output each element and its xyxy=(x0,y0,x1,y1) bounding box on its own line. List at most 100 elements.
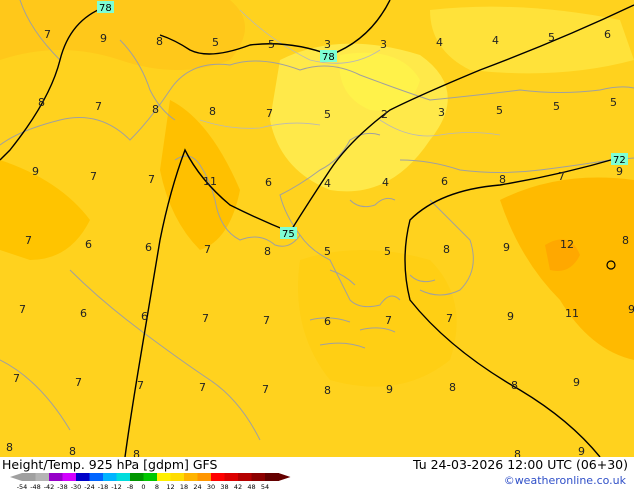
map-footer: Height/Temp. 925 hPa [gdpm] GFS Tu 24-03… xyxy=(0,457,634,490)
colorbar-swatch xyxy=(170,473,185,481)
colorbar-tick-label: -8 xyxy=(127,483,133,490)
temp-label: 8 xyxy=(264,245,271,258)
map-title: Height/Temp. 925 hPa [gdpm] GFS xyxy=(2,457,218,472)
temp-label: 9 xyxy=(503,241,510,254)
temperature-colorbar: -54 -48 -42 -38 -30 -24 -18 -12 -8 0 8 12 18 24 30 38 42… xyxy=(10,473,291,490)
colorbar-tick-label: 18 xyxy=(180,483,188,490)
temp-label: 7 xyxy=(446,312,453,325)
temp-label: 8 xyxy=(6,441,13,454)
colorbar-tick-label: 30 xyxy=(207,483,215,490)
temp-label: 5 xyxy=(548,31,555,44)
temp-label: 7 xyxy=(25,234,32,247)
contour-label: 78 xyxy=(99,3,112,14)
colorbar-swatch xyxy=(22,473,36,481)
colorbar-swatch xyxy=(89,473,104,481)
temp-label: 8 xyxy=(152,103,159,116)
colorbar-tick-label: 0 xyxy=(141,483,145,490)
temp-label: 6 xyxy=(145,241,152,254)
temp-label: 8 xyxy=(499,173,506,186)
colorbar-swatch xyxy=(49,473,63,481)
colorbar-swatch xyxy=(76,473,90,481)
temp-label: 9 xyxy=(628,303,634,316)
colorbar-tick-label: -30 xyxy=(71,483,82,490)
temp-label: 5 xyxy=(268,38,275,51)
colorbar-swatch xyxy=(265,473,279,481)
colorbar-swatch xyxy=(238,473,252,481)
colorbar-swatch xyxy=(211,473,225,481)
colorbar-swatch xyxy=(197,473,212,481)
temp-label: 6 xyxy=(85,238,92,251)
temp-label: 6 xyxy=(324,315,331,328)
colorbar-swatch xyxy=(251,473,266,481)
temp-label: 7 xyxy=(263,314,270,327)
temp-label: 8 xyxy=(209,105,216,118)
temp-label: 7 xyxy=(262,383,269,396)
temp-label: 5 xyxy=(610,96,617,109)
colorbar-swatch xyxy=(62,473,77,481)
temp-label: 7 xyxy=(19,303,26,316)
temp-label: 7 xyxy=(148,173,155,186)
colorbar-tick-label: 38 xyxy=(220,483,228,490)
temp-label: 4 xyxy=(436,36,443,49)
colorbar-arrow-left xyxy=(10,473,22,481)
temp-label: 7 xyxy=(385,314,392,327)
valid-datetime: Tu 24-03-2026 12:00 UTC (06+30) xyxy=(412,457,628,472)
temp-label: 5 xyxy=(212,36,219,49)
contour-label: 78 xyxy=(322,52,335,63)
colorbar-tick-label: -18 xyxy=(98,483,109,490)
colorbar-swatch xyxy=(184,473,198,481)
colorbar-swatch xyxy=(157,473,171,481)
temp-label: 5 xyxy=(496,104,503,117)
temp-label: 7 xyxy=(90,170,97,183)
colorbar-tick-label: 42 xyxy=(234,483,242,490)
colorbar-tick-label: -42 xyxy=(44,483,55,490)
colorbar-tick-label: -24 xyxy=(84,483,95,490)
colorbar-arrow-right xyxy=(278,473,291,481)
temp-label: 5 xyxy=(324,108,331,121)
temp-label: 9 xyxy=(100,32,107,45)
weather-map: 78 78 72 75 7 9 8 5 5 3 3 4 4 5 6 8 7 8 … xyxy=(0,0,634,457)
temp-label: 9 xyxy=(386,383,393,396)
temp-label: 12 xyxy=(560,238,574,251)
temp-label: 8 xyxy=(38,96,45,109)
colorbar-tick-label: 48 xyxy=(247,483,255,490)
temp-label: 11 xyxy=(565,307,579,320)
temp-label: 5 xyxy=(324,245,331,258)
colorbar-tick-label: 24 xyxy=(193,483,201,490)
colorbar-swatch xyxy=(224,473,239,481)
temp-label: 7 xyxy=(137,379,144,392)
colorbar-swatch xyxy=(130,473,144,481)
temp-label: 9 xyxy=(32,165,39,178)
contour-label: 75 xyxy=(282,229,295,240)
colorbar-swatch xyxy=(116,473,131,481)
colorbar-tick-label: -38 xyxy=(57,483,68,490)
temp-label: 8 xyxy=(514,448,521,457)
temp-label: 7 xyxy=(202,312,209,325)
colorbar-swatch xyxy=(103,473,117,481)
temp-label: 7 xyxy=(44,28,51,41)
temp-label: 6 xyxy=(604,28,611,41)
temp-label: 8 xyxy=(443,243,450,256)
temp-label: 9 xyxy=(573,376,580,389)
temp-label: 8 xyxy=(133,448,140,457)
temp-label: 8 xyxy=(69,445,76,457)
temp-label: 2 xyxy=(381,108,388,121)
credit-link[interactable]: ©weatheronline.co.uk xyxy=(504,474,626,487)
temp-label: 5 xyxy=(553,100,560,113)
temp-label: 4 xyxy=(324,177,331,190)
temp-label: 3 xyxy=(324,38,331,51)
temp-label: 8 xyxy=(622,234,629,247)
colorbar-swatch xyxy=(35,473,50,481)
colorbar-tick-label: 12 xyxy=(166,483,174,490)
colorbar-tick-label: -12 xyxy=(111,483,122,490)
temp-label: 8 xyxy=(449,381,456,394)
temp-label: 5 xyxy=(384,245,391,258)
temp-label: 7 xyxy=(13,372,20,385)
temp-label: 6 xyxy=(265,176,272,189)
colorbar-tick-label: 54 xyxy=(261,483,269,490)
temp-label: 7 xyxy=(75,376,82,389)
colorbar-tick-label: -48 xyxy=(30,483,41,490)
temp-label: 7 xyxy=(204,243,211,256)
temp-label: 9 xyxy=(616,165,623,178)
temp-label: 4 xyxy=(382,176,389,189)
